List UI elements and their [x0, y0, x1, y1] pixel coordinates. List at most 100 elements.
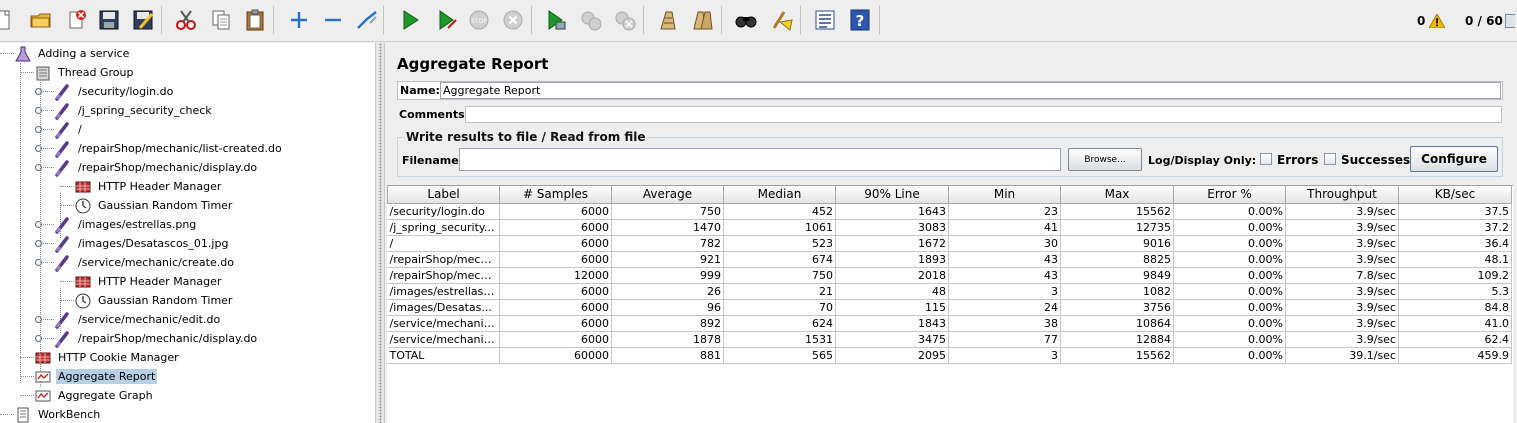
tree-item[interactable]: /service/mechanic/create.do	[54, 253, 236, 272]
clear-all-button[interactable]	[688, 5, 718, 35]
column-header[interactable]: 90% Line	[835, 186, 949, 204]
tree-item[interactable]: /service/mechanic/edit.do	[54, 310, 222, 329]
column-header[interactable]: Throughput	[1285, 186, 1399, 204]
table-cell: 3.9/sec	[1285, 251, 1399, 268]
name-input[interactable]	[440, 82, 1501, 99]
warning-icon[interactable]	[1428, 13, 1446, 29]
tree-connector	[40, 129, 54, 130]
column-header[interactable]: Max	[1060, 186, 1174, 204]
tree-item[interactable]: Adding a service	[14, 44, 131, 63]
remote-start-button[interactable]	[541, 5, 571, 35]
remote-shutdown-button[interactable]	[610, 5, 640, 35]
search-button[interactable]	[731, 5, 761, 35]
close-button[interactable]	[62, 5, 92, 35]
tree-item[interactable]: HTTP Header Manager	[74, 177, 223, 196]
open-icon	[29, 8, 53, 32]
tree-item[interactable]: HTTP Header Manager	[74, 272, 223, 291]
tree-item[interactable]: Aggregate Report	[34, 367, 158, 386]
table-row[interactable]: TOTAL 60000 881 565 2095 3 15562 0.00% 39.1/sec 4…	[387, 347, 1512, 364]
tree-item[interactable]: Gaussian Random Timer	[74, 196, 234, 215]
collapse-button[interactable]	[318, 5, 348, 35]
remote-stop-icon	[579, 8, 603, 32]
comments-input[interactable]	[465, 106, 1502, 123]
split-pane-divider[interactable]	[375, 43, 385, 423]
table-cell: 1061	[723, 219, 836, 236]
tree-item[interactable]: /repairShop/mechanic/list-created.do	[54, 139, 284, 158]
table-cell: 1531	[723, 331, 836, 348]
tree-item[interactable]: /images/estrellas.png	[54, 215, 198, 234]
toggle-icon	[355, 8, 379, 32]
table-row[interactable]: /security/login.do 6000 750 452 1643 23 15562 0…	[387, 203, 1512, 220]
column-header[interactable]: Label	[387, 186, 500, 204]
save-button[interactable]	[94, 5, 124, 35]
table-row[interactable]: /service/mechanic... 6000 1878 1531 3475 77 12…	[387, 331, 1512, 348]
tree-item[interactable]: /	[54, 120, 84, 139]
table-cell: 1878	[611, 331, 724, 348]
column-header[interactable]: Error %	[1173, 186, 1286, 204]
copy-button[interactable]	[206, 5, 236, 35]
column-header[interactable]: KB/sec	[1398, 186, 1512, 204]
table-cell: 3.9/sec	[1285, 299, 1399, 316]
paste-button[interactable]	[240, 5, 270, 35]
stop-button[interactable]: STOP	[464, 5, 494, 35]
shutdown-button[interactable]	[498, 5, 528, 35]
help-button[interactable]: ?	[845, 5, 875, 35]
reset-search-button[interactable]	[767, 5, 797, 35]
column-header[interactable]: Median	[723, 186, 836, 204]
table-cell: 84.8	[1398, 299, 1512, 316]
start-button[interactable]	[395, 5, 425, 35]
table-cell: 3.9/sec	[1285, 219, 1399, 236]
table-cell: 43	[948, 267, 1061, 284]
cut-button[interactable]	[171, 5, 201, 35]
tree-connector	[40, 167, 54, 168]
filename-input[interactable]	[459, 148, 1061, 171]
tree-item[interactable]: /images/Desatascos_01.jpg	[54, 234, 230, 253]
toolbar-separator	[383, 6, 384, 34]
open-button[interactable]	[26, 5, 56, 35]
clear-button[interactable]	[653, 5, 683, 35]
errors-checkbox[interactable]	[1260, 153, 1272, 165]
tree-item[interactable]: WorkBench	[14, 405, 102, 423]
tree-connector	[20, 395, 34, 396]
tree-item[interactable]: /repairShop/mechanic/display.do	[54, 158, 259, 177]
successes-checkbox[interactable]	[1324, 153, 1336, 165]
configure-button[interactable]: Configure	[1410, 146, 1498, 172]
tree-item[interactable]: /j_spring_security_check	[54, 101, 214, 120]
expand-button[interactable]	[284, 5, 314, 35]
tree-item[interactable]: /security/login.do	[54, 82, 175, 101]
column-header[interactable]: Average	[611, 186, 724, 204]
collapse-icon	[321, 8, 345, 32]
tree-item-label: /j_spring_security_check	[78, 104, 212, 117]
toggle-button[interactable]	[352, 5, 382, 35]
table-cell: 6000	[499, 283, 612, 300]
shutdown-icon	[501, 8, 525, 32]
column-header[interactable]: Min	[948, 186, 1061, 204]
table-row[interactable]: /repairShop/mech... 12000 999 750 2018 43 9849…	[387, 267, 1512, 284]
remote-stop-button[interactable]	[576, 5, 606, 35]
table-row[interactable]: /repairShop/mech... 6000 921 674 1893 43 8825 0…	[387, 251, 1512, 268]
table-row[interactable]: /6000 782 523 1672 30 9016 0.00% 3.9/sec 36.4	[387, 235, 1512, 252]
table-cell: 6000	[499, 235, 612, 252]
tree-item[interactable]: /repairShop/mechanic/display.do	[54, 329, 259, 348]
tree-item[interactable]: Gaussian Random Timer	[74, 291, 234, 310]
browse-button[interactable]: Browse...	[1068, 148, 1142, 171]
log-display-label: Log/Display Only:	[1148, 154, 1257, 167]
table-row[interactable]: /service/mechanic... 6000 892 624 1843 38 1086…	[387, 315, 1512, 332]
table-row[interactable]: /j_spring_security... 6000 1470 1061 3083 41 1…	[387, 219, 1512, 236]
toolbar-separator	[643, 6, 644, 34]
table-row[interactable]: /images/Desatas... 6000 96 70 115 24 3756 0.00%…	[387, 299, 1512, 316]
http-sampler-icon	[54, 254, 72, 272]
tree-item-label: /repairShop/mechanic/list-created.do	[78, 142, 282, 155]
tree-item[interactable]: Aggregate Graph	[34, 386, 155, 405]
new-button[interactable]	[0, 5, 18, 35]
svg-text:?: ?	[856, 12, 865, 30]
table-row[interactable]: /images/estrellas.... 6000 26 21 48 3 1082 0.00…	[387, 283, 1512, 300]
new-icon	[0, 8, 15, 32]
column-header[interactable]: # Samples	[499, 186, 612, 204]
tree-item[interactable]: Thread Group	[34, 63, 135, 82]
aggregate-report-panel: Aggregate Report Name: Comments: Write r…	[387, 43, 1517, 423]
tree-item[interactable]: HTTP Cookie Manager	[34, 348, 181, 367]
save-as-button[interactable]	[128, 5, 158, 35]
start-no-pause-button[interactable]	[432, 5, 462, 35]
function-helper-button[interactable]	[810, 5, 840, 35]
